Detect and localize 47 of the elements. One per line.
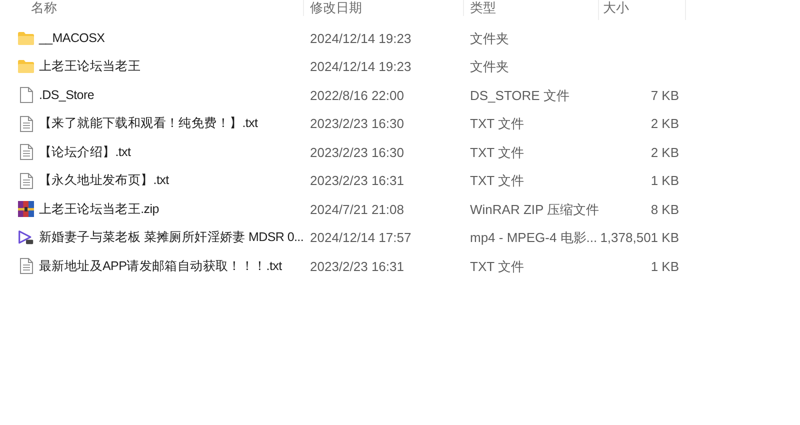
- modified-date: 2023/2/23 16:31: [310, 173, 404, 188]
- file-type: TXT 文件: [470, 173, 524, 188]
- file-size: 8 KB: [650, 200, 679, 218]
- modified-date: 2024/12/14 19:23: [310, 30, 412, 46]
- modified-date: 2024/12/14 19:23: [310, 59, 412, 74]
- file-type: TXT 文件: [470, 258, 524, 274]
- file-name[interactable]: 新婚妻子与菜老板 菜摊厕所奸淫娇妻 MDSR 0...: [39, 228, 304, 248]
- file-size: 2 KB: [650, 115, 679, 133]
- file-name[interactable]: 上老王论坛当老王.zip: [39, 200, 159, 219]
- modified-date: 2024/12/14 17:57: [310, 230, 412, 245]
- file-type: mp4 - MPEG-4 电影...: [470, 230, 598, 245]
- archive-icon: [18, 201, 34, 218]
- column-header[interactable]: 大小: [603, 0, 629, 15]
- file-size: 1 KB: [650, 172, 679, 190]
- folder-icon: [18, 32, 34, 45]
- file-icon: [20, 87, 32, 104]
- file-type: WinRAR ZIP 压缩文件: [470, 202, 600, 216]
- file-size: 2 KB: [650, 144, 679, 162]
- file-name[interactable]: 上老王论坛当老王: [39, 57, 141, 76]
- modified-date: 2023/2/23 16:31: [310, 258, 404, 274]
- file-size: 1,378,501 KB: [600, 229, 679, 247]
- file-type: TXT 文件: [470, 116, 524, 131]
- file-name[interactable]: .DS_Store: [39, 86, 94, 105]
- folder-icon: [18, 60, 34, 74]
- file-type: 文件夹: [470, 59, 509, 74]
- file-name[interactable]: 【永久地址发布页】.txt: [39, 171, 169, 190]
- modified-date: 2024/7/21 21:08: [310, 202, 404, 216]
- column-header[interactable]: 类型: [470, 0, 496, 15]
- column-header[interactable]: 修改日期: [310, 0, 362, 15]
- text-file-icon: [20, 258, 32, 274]
- column-header[interactable]: 名称: [31, 0, 57, 15]
- file-name[interactable]: 最新地址及APP请发邮箱自动获取！！！.txt: [39, 256, 282, 276]
- video-file-icon: [18, 229, 34, 246]
- modified-date: 2023/2/23 16:30: [310, 144, 404, 160]
- file-size: 1 KB: [650, 258, 679, 276]
- modified-date: 2022/8/16 22:00: [310, 88, 404, 102]
- file-type: 文件夹: [470, 30, 509, 46]
- file-size: 7 KB: [650, 86, 679, 104]
- text-file-icon: [20, 172, 32, 189]
- file-type: TXT 文件: [470, 144, 524, 160]
- file-name[interactable]: __MACOSX: [39, 28, 105, 48]
- file-type: DS_STORE 文件: [470, 88, 570, 102]
- file-name[interactable]: 【论坛介绍】.txt: [39, 142, 131, 162]
- text-file-icon: [20, 116, 32, 132]
- text-file-icon: [20, 144, 32, 160]
- file-name[interactable]: 【来了就能下载和观看！纯免费！】.txt: [39, 114, 258, 134]
- modified-date: 2023/2/23 16:30: [310, 116, 404, 131]
